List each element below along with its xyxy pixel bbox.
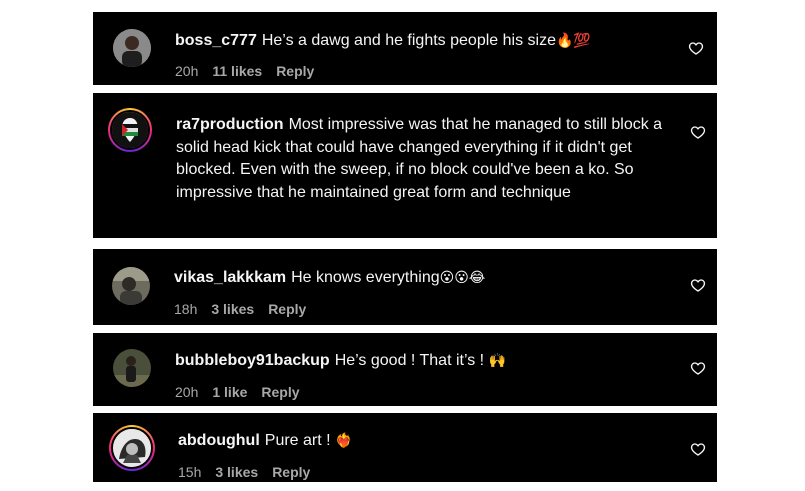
reply-button[interactable]: Reply	[268, 301, 306, 317]
emoji: 🙌	[488, 353, 507, 369]
avatar[interactable]	[108, 108, 152, 152]
comment-text: ra7production Most impressive was that he…	[176, 114, 676, 204]
heart-outline-icon[interactable]	[690, 360, 706, 376]
comment-body: He’s good ! That it’s !	[334, 352, 485, 369]
reply-button[interactable]: Reply	[261, 384, 299, 400]
heart-outline-icon[interactable]	[688, 40, 704, 56]
likes-count[interactable]: 11 likes	[212, 63, 262, 79]
heart-outline-icon[interactable]	[690, 277, 706, 293]
avatar[interactable]	[113, 29, 151, 67]
comment-meta: 18h 3 likes Reply	[174, 301, 320, 317]
comment-meta: 20h 1 like Reply	[175, 384, 314, 400]
reply-button[interactable]: Reply	[272, 464, 310, 480]
emoji: 😮😮😂	[439, 270, 486, 286]
reply-button[interactable]: Reply	[276, 63, 314, 79]
comment-text: boss_c777 He’s a dawg and he fights peopl…	[175, 30, 655, 53]
comment-meta: 15h 3 likes Reply	[178, 464, 324, 480]
comment-body: Pure art !	[264, 432, 331, 449]
avatar[interactable]	[112, 267, 150, 305]
username[interactable]: abdoughul	[178, 432, 260, 449]
comment-text: bubbleboy91backup He’s good ! That it’s !…	[175, 350, 655, 373]
username[interactable]: boss_c777	[175, 32, 257, 49]
comment-card: bubbleboy91backup He’s good ! That it’s !…	[93, 333, 717, 406]
comment-text: abdoughul Pure art ! ❤️‍🔥	[178, 430, 658, 453]
emoji: ❤️‍🔥	[335, 433, 353, 449]
timestamp: 20h	[175, 63, 199, 79]
likes-count[interactable]: 3 likes	[215, 464, 258, 480]
heart-outline-icon[interactable]	[690, 441, 706, 457]
comment-body: He knows everything	[291, 269, 440, 286]
username[interactable]: vikas_lakkkam	[174, 269, 286, 286]
avatar-image	[110, 110, 150, 150]
likes-count[interactable]: 1 like	[212, 384, 247, 400]
avatar[interactable]	[109, 425, 155, 471]
timestamp: 18h	[174, 301, 198, 317]
timestamp: 15h	[178, 464, 202, 480]
comment-meta: 20h 11 likes Reply	[175, 63, 328, 79]
avatar[interactable]	[113, 349, 151, 387]
heart-outline-icon[interactable]	[690, 124, 706, 140]
likes-count[interactable]: 3 likes	[211, 301, 254, 317]
comment-card: ra7production Most impressive was that he…	[93, 93, 717, 238]
comment-card: vikas_lakkkam He knows everything😮😮😂 18h 3…	[93, 249, 717, 325]
username[interactable]: bubbleboy91backup	[175, 352, 330, 369]
comment-card: abdoughul Pure art ! ❤️‍🔥 15h 3 likes Reply	[93, 413, 717, 482]
timestamp: 20h	[175, 384, 199, 400]
username[interactable]: ra7production	[176, 116, 284, 133]
comment-text: vikas_lakkkam He knows everything😮😮😂	[174, 267, 654, 290]
avatar-image	[111, 427, 153, 469]
comment-body: He’s a dawg and he fights people his siz…	[261, 32, 556, 49]
emoji: 🔥💯	[555, 33, 591, 49]
comment-card: boss_c777 He’s a dawg and he fights peopl…	[93, 12, 717, 85]
